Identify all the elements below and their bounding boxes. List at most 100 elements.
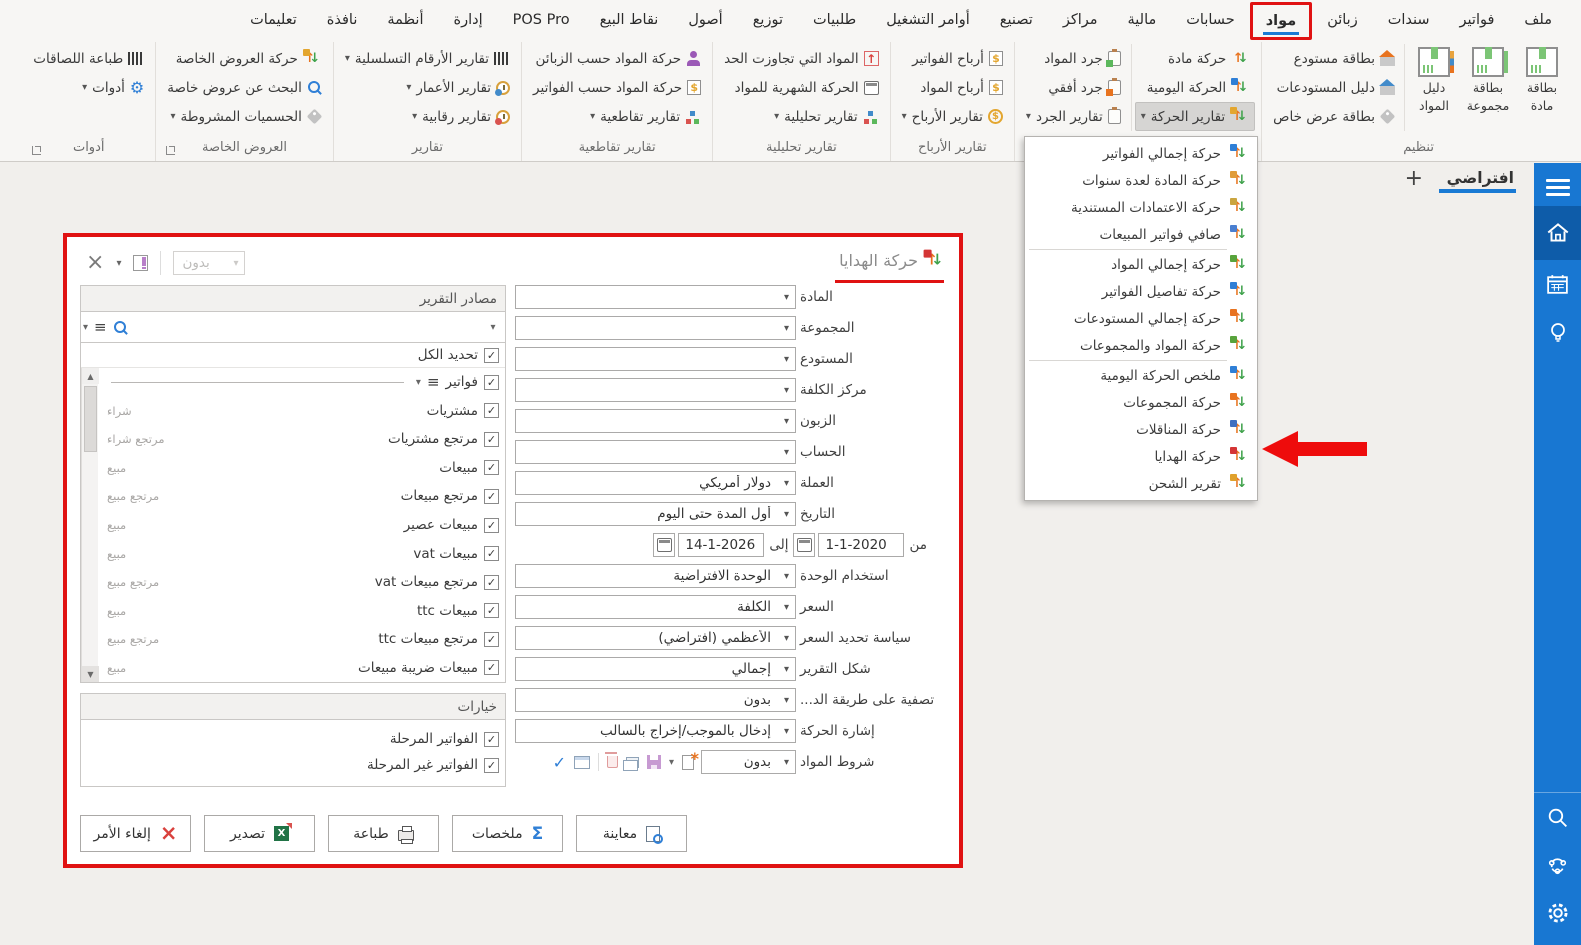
save-icon[interactable] [646,755,661,769]
tab-distribution[interactable]: توزيع [738,0,798,40]
apply-check-icon[interactable] [553,753,566,772]
tab-systems[interactable]: أنظمة [372,0,438,40]
material-conditions-combo[interactable]: ▾ بدون [701,750,796,774]
cost-center-combo[interactable]: ▾ [515,378,796,402]
horizontal-inventory-item[interactable]: جرد أفقي [1021,73,1126,102]
conditional-discounts-dropdown[interactable]: الحسميات المشروطة ▾ [162,102,327,131]
age-reports-dropdown[interactable]: تقارير الأعمار ▾ [340,73,515,102]
tab-administration[interactable]: إدارة [439,0,498,40]
special-offers-movement-item[interactable]: حركة العروض الخاصة [162,44,327,73]
export-button[interactable]: تصدير [204,815,315,852]
menu-item-materials-total-movement[interactable]: حركة إجمالي المواد [1025,251,1257,278]
warehouse-combo[interactable]: ▾ [515,347,796,371]
trash-icon[interactable] [605,752,618,768]
checkbox[interactable] [484,460,499,476]
scroll-up-icon[interactable]: ▲ [82,368,99,384]
unit-usage-combo[interactable]: ▾ الوحدة الافتراضية [515,564,796,588]
unposted-invoices-option[interactable]: الفواتير غير المرحلة [87,752,499,778]
calendar-icon[interactable] [793,533,816,557]
new-workspace-tab-button[interactable]: + [1405,166,1423,191]
to-date-input[interactable]: 14-1-2026 [653,533,765,557]
profit-reports-dropdown[interactable]: تقارير الأرباح ▾ [897,102,1008,131]
cross-reports-dropdown[interactable]: تقارير تقاطعية ▾ [528,102,706,131]
report-format-combo[interactable]: ▾ إجمالي [515,657,796,681]
serial-numbers-reports-dropdown[interactable]: تقارير الأرقام التسلسلية ▾ [340,44,515,73]
scrollbar[interactable]: ▲ ▼ [81,368,99,682]
tab-centers[interactable]: مراكز [1048,0,1113,40]
dialog-launcher-icon[interactable] [166,146,176,155]
menu-item-materials-and-groups[interactable]: حركة المواد والمجموعات [1025,332,1257,359]
tree-row[interactable]: مرتجع مشتريات مرتجع شراء [99,425,505,454]
print-labels-item[interactable]: طباعة اللصاقات [28,44,149,73]
dialog-launcher-icon[interactable] [32,146,42,155]
daily-movement-item[interactable]: الحركة اليومية [1135,73,1255,102]
tab-pos[interactable]: نقاط البيع [585,0,674,40]
hamburger-menu-icon[interactable] [1545,163,1570,206]
checkbox[interactable] [484,517,499,533]
checkbox[interactable] [484,603,499,619]
checkbox[interactable] [484,403,499,419]
summaries-button[interactable]: ملخصات [452,815,563,852]
tree-row[interactable]: مرتجع مبيعات ttc مرتجع مبيع [99,625,505,654]
price-combo[interactable]: ▾ الكلفة [515,595,796,619]
checkbox[interactable] [484,757,499,773]
from-date-value[interactable]: 1-1-2020 [818,533,905,557]
search-icon[interactable] [1534,793,1581,841]
materials-index-button[interactable]: دليل المواد [1407,44,1461,116]
posted-invoices-option[interactable]: الفواتير المرحلة [87,726,499,752]
checkbox[interactable] [484,574,499,590]
tab-accounts[interactable]: حسابات [1171,0,1249,40]
settings-gear-icon[interactable] [1534,889,1581,937]
checkbox[interactable] [484,374,499,390]
invoice-profits-item[interactable]: أرباح الفواتير [897,44,1008,73]
special-offer-card-item[interactable]: بطاقة عرض خاص [1268,102,1400,131]
scroll-down-icon[interactable]: ▼ [82,666,99,682]
checkbox[interactable] [484,660,499,676]
menu-item-invoices-total-movement[interactable]: حركة إجمالي الفواتير [1025,140,1257,167]
workspace-tab-default[interactable]: افتراضي [1438,169,1516,193]
material-card-button[interactable]: بطاقة مادة [1515,44,1569,116]
tab-finance[interactable]: مالية [1113,0,1172,40]
select-all-checkbox[interactable] [484,347,499,363]
menu-item-invoice-details-movement[interactable]: حركة تفاصيل الفواتير [1025,278,1257,305]
checkbox[interactable] [484,431,499,447]
material-profits-item[interactable]: أرباح المواد [897,73,1008,102]
menu-item-documentary-credits[interactable]: حركة الاعتمادات المستندية [1025,194,1257,221]
from-date-input[interactable]: 1-1-2020 [793,533,905,557]
tab-manufacturing[interactable]: تصنيع [985,0,1048,40]
close-icon[interactable] [86,252,104,274]
calendar-icon[interactable] [1534,260,1581,308]
audit-reports-dropdown[interactable]: تقارير رقابية ▾ [340,102,515,131]
tab-window[interactable]: نافذة [312,0,373,40]
group-combo[interactable]: ▾ [515,316,796,340]
tab-orders[interactable]: طلبيات [798,0,871,40]
chevron-down-icon[interactable]: ▾ [416,377,421,388]
preset-combo[interactable]: ▾ بدون [173,251,246,275]
warehouse-card-item[interactable]: بطاقة مستودع [1268,44,1400,73]
window-icon[interactable] [573,755,590,769]
group-card-button[interactable]: بطاقة مجموعة [1461,44,1515,116]
menu-item-gifts-movement[interactable]: حركة الهدايا [1025,443,1257,470]
chevron-down-icon[interactable]: ▾ [83,322,88,333]
tab-file[interactable]: ملف [1509,0,1567,40]
materials-inventory-item[interactable]: جرد المواد [1021,44,1126,73]
checkbox[interactable] [484,546,499,562]
tree-row[interactable]: مبيعات عصير مبيع [99,511,505,540]
tab-help[interactable]: تعليمات [235,0,312,40]
copy-icon[interactable] [622,756,639,771]
menu-icon[interactable] [94,320,107,335]
material-movement-item[interactable]: حركة مادة [1135,44,1255,73]
menu-item-transfers-movement[interactable]: حركة المناقلات [1025,416,1257,443]
monthly-movement-item[interactable]: الحركة الشهرية للمواد [719,73,883,102]
tree-row[interactable]: مبيعات ضريبة مبيعات مبيع [99,653,505,682]
tab-customers[interactable]: زبائن [1312,0,1373,40]
print-button[interactable]: طباعة [328,815,439,852]
cancel-button[interactable]: إلغاء الأمر [80,815,191,852]
chevron-down-icon[interactable]: ▾ [669,757,674,768]
inventory-reports-dropdown[interactable]: تقارير الجرد ▾ [1021,102,1126,131]
movement-sign-combo[interactable]: ▾ إدخال بالموجب/إخراج بالسالب [515,719,796,743]
scroll-thumb[interactable] [84,386,97,452]
search-input[interactable]: ▾ [133,314,503,340]
material-combo[interactable]: ▾ [515,285,796,309]
select-all-row[interactable]: تحديد الكل [81,343,505,368]
